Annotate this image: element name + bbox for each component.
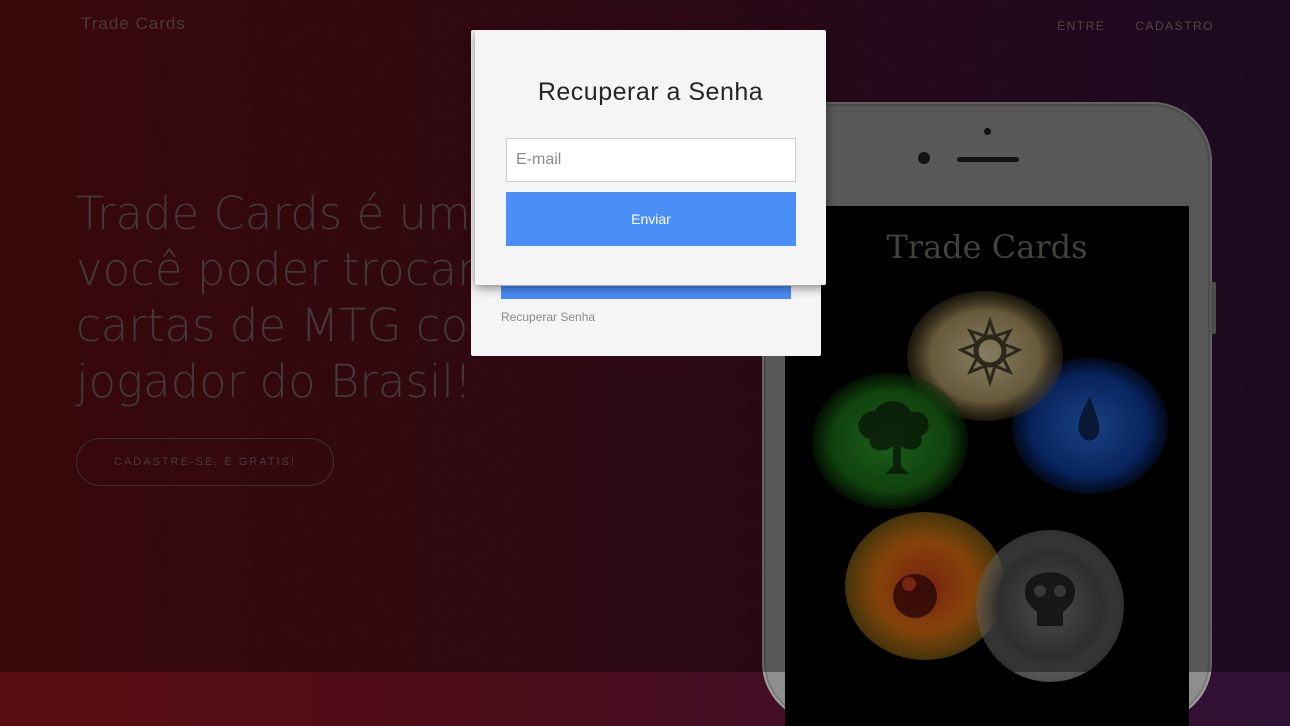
modal-title: Recuperar a Senha — [537, 78, 764, 106]
send-button[interactable]: Enviar — [506, 192, 796, 246]
recover-password-modal: Recuperar a Senha Enviar — [475, 30, 826, 285]
forgot-password-link[interactable]: Recuperar Senha — [501, 310, 595, 324]
login-submit-button[interactable] — [501, 286, 791, 299]
email-input[interactable] — [506, 138, 796, 182]
